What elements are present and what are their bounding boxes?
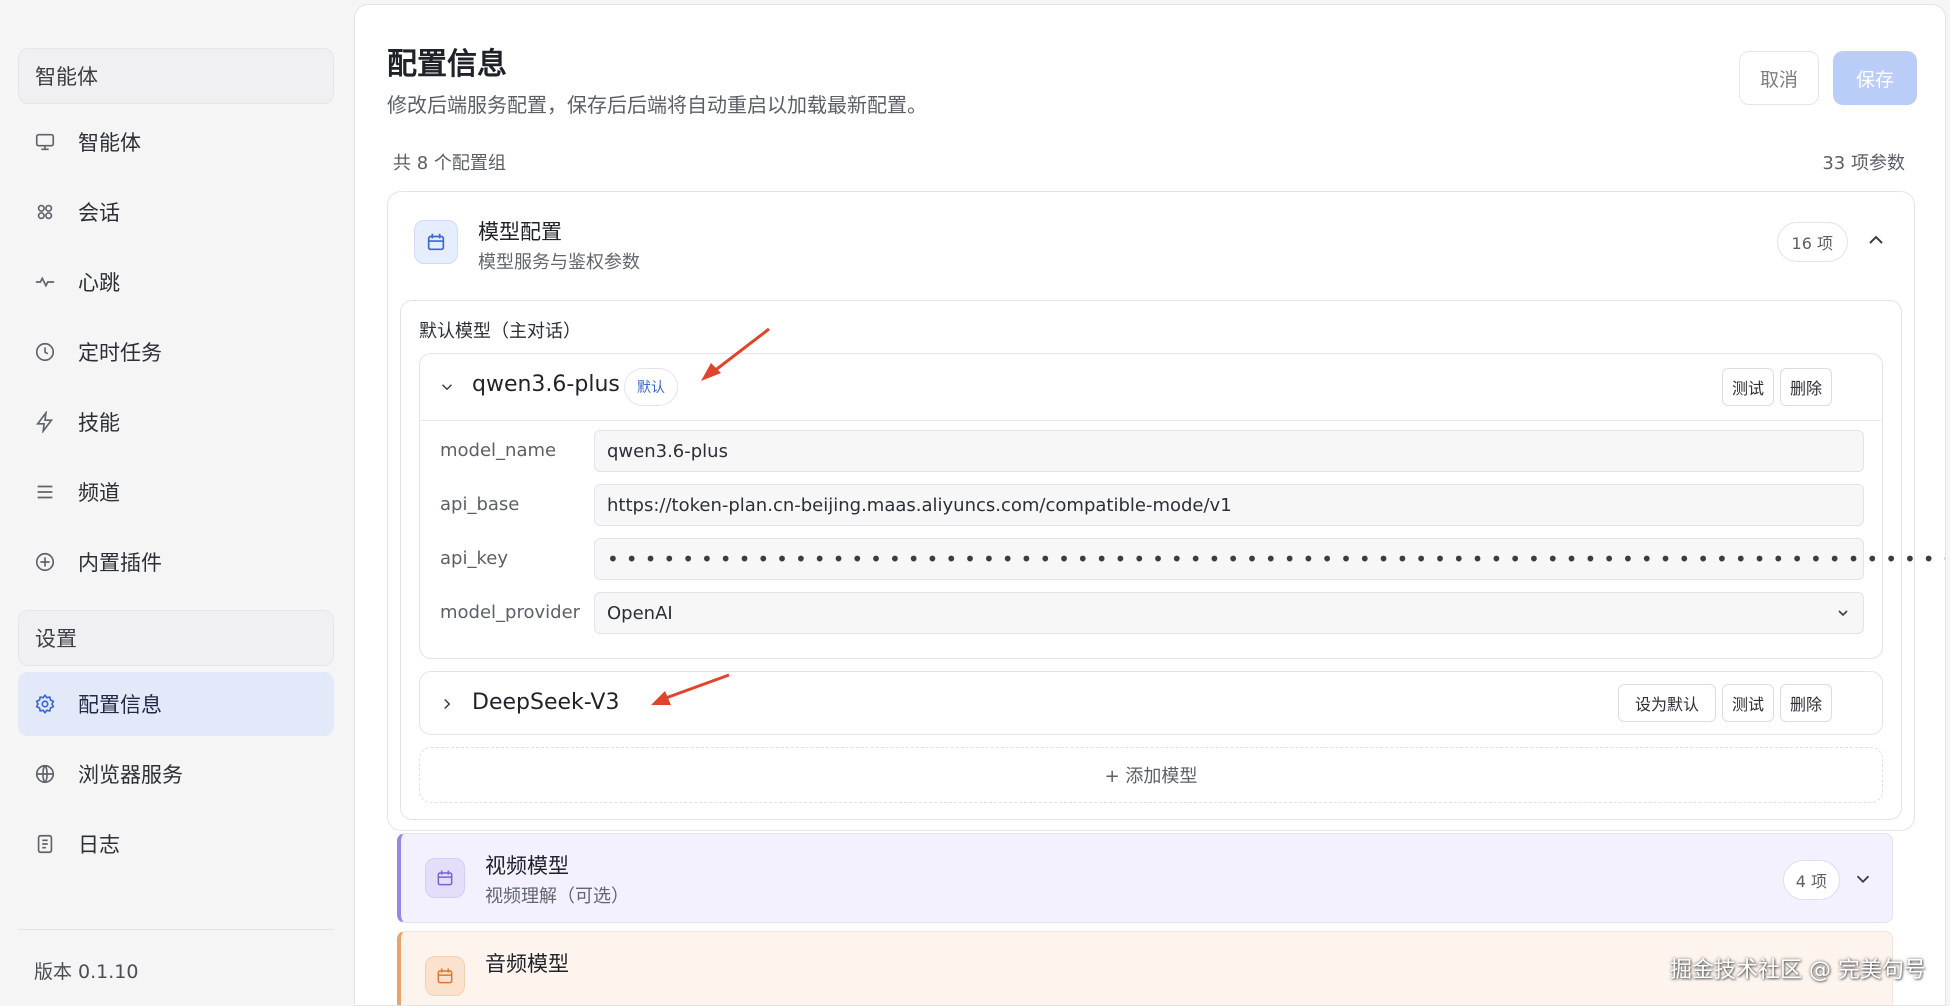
page-title: 配置信息 [387, 47, 507, 82]
delete-button[interactable]: 删除 [1780, 684, 1832, 722]
sidebar-item-scheduled-tasks[interactable]: 定时任务 [18, 320, 334, 384]
group-count: 共 8 个配置组 [393, 153, 506, 174]
test-button[interactable]: 测试 [1722, 368, 1774, 406]
calendar-icon [414, 220, 458, 264]
add-model-button[interactable]: + 添加模型 [419, 747, 1883, 803]
sidebar: 智能体 智能体 会话 心跳 定时任务 技能 频道 内置插件 设置 配置信息 浏览… [0, 0, 352, 1006]
sidebar-item-skills[interactable]: 技能 [18, 390, 334, 454]
default-model-section-title: 默认模型（主对话） [419, 321, 581, 342]
sidebar-item-builtin-plugins[interactable]: 内置插件 [18, 530, 334, 594]
clock-icon [32, 339, 58, 365]
model-card-header[interactable]: DeepSeek-V3 设为默认 测试 删除 [420, 672, 1882, 736]
divider [420, 420, 1882, 421]
model-name-title: qwen3.6-plus [472, 372, 620, 397]
field-label: api_base [440, 494, 520, 515]
sidebar-section-settings[interactable]: 设置 [18, 610, 334, 666]
default-model-panel: 默认模型（主对话） qwen3.6-plus 默认 测试 删除 model_na… [400, 300, 1945, 820]
chevron-down-icon[interactable] [1852, 868, 1874, 890]
sidebar-item-agent[interactable]: 智能体 [18, 110, 334, 174]
set-default-button[interactable]: 设为默认 [1618, 684, 1716, 722]
cancel-button[interactable]: 取消 [1739, 51, 1819, 105]
model-name-title: DeepSeek-V3 [472, 690, 620, 715]
menu-icon [32, 479, 58, 505]
sidebar-item-browser-service[interactable]: 浏览器服务 [18, 742, 334, 806]
plus-circle-icon [32, 549, 58, 575]
group-count-badge: 4 项 [1782, 860, 1840, 900]
video-model-group[interactable]: 视频模型 视频理解（可选） 4 项 [397, 833, 1893, 923]
calendar-icon [425, 956, 465, 996]
model-card-deepseek: DeepSeek-V3 设为默认 测试 删除 [419, 671, 1883, 735]
sidebar-item-logs[interactable]: 日志 [18, 812, 334, 876]
sidebar-section-agent[interactable]: 智能体 [18, 48, 334, 104]
model-name-input[interactable]: qwen3.6-plus [594, 430, 1864, 472]
sidebar-item-label: 浏览器服务 [78, 763, 183, 787]
field-row-api-key: api_key ••••••••••••••••••••••••••••••••… [420, 538, 1945, 582]
sidebar-item-label: 配置信息 [78, 693, 162, 717]
gear-icon [32, 691, 58, 717]
chevron-right-icon[interactable] [438, 695, 456, 713]
version-label: 版本 0.1.10 [34, 961, 139, 983]
sidebar-item-label: 心跳 [78, 271, 120, 295]
audio-model-group[interactable]: 音频模型 [397, 931, 1893, 1005]
sidebar-item-session[interactable]: 会话 [18, 180, 334, 244]
model-config-group-header[interactable]: 模型配置 模型服务与鉴权参数 16 项 [388, 192, 1914, 292]
group-subtitle: 视频理解（可选） [485, 886, 629, 907]
sidebar-item-label: 内置插件 [78, 551, 162, 575]
group-title: 视频模型 [485, 854, 569, 878]
document-icon [32, 831, 58, 857]
globe-icon [32, 761, 58, 787]
chevron-up-icon[interactable] [1864, 228, 1888, 252]
field-row-api-base: api_base https://token-plan.cn-beijing.m… [420, 484, 1882, 528]
group-title: 模型配置 [478, 220, 562, 244]
chevron-down-icon [1835, 605, 1851, 621]
heartbeat-icon [32, 269, 58, 295]
field-label: api_key [440, 548, 508, 569]
sidebar-item-config-info[interactable]: 配置信息 [18, 672, 334, 736]
sidebar-item-label: 智能体 [78, 131, 141, 155]
sidebar-item-channels[interactable]: 频道 [18, 460, 334, 524]
model-card-qwen: qwen3.6-plus 默认 测试 删除 model_name qwen3.6… [419, 353, 1945, 659]
main-panel: 配置信息 修改后端服务配置，保存后后端将自动重启以加载最新配置。 取消 保存 共… [354, 4, 1946, 1006]
bolt-icon [32, 409, 58, 435]
field-row-model-provider: model_provider OpenAI [420, 592, 1882, 636]
sidebar-item-heartbeat[interactable]: 心跳 [18, 250, 334, 314]
monitor-icon [32, 129, 58, 155]
sidebar-item-label: 技能 [78, 411, 120, 435]
chevron-down-icon[interactable] [438, 378, 456, 396]
group-subtitle: 模型服务与鉴权参数 [478, 252, 640, 273]
api-key-input[interactable]: ••••••••••••••••••••••••••••••••••••••••… [594, 538, 1945, 580]
chat-icon [32, 199, 58, 225]
field-label: model_name [440, 440, 557, 461]
field-label: model_provider [440, 602, 581, 623]
model-card-header[interactable]: qwen3.6-plus 默认 测试 删除 [420, 354, 1882, 420]
sidebar-item-label: 频道 [78, 481, 120, 505]
default-badge: 默认 [624, 368, 678, 406]
delete-button[interactable]: 删除 [1780, 368, 1832, 406]
model-config-group: 模型配置 模型服务与鉴权参数 16 项 默认模型（主对话） qwen3.6-pl… [387, 191, 1945, 831]
api-base-input[interactable]: https://token-plan.cn-beijing.maas.aliyu… [594, 484, 1864, 526]
sidebar-item-label: 会话 [78, 201, 120, 225]
sidebar-item-label: 定时任务 [78, 341, 162, 365]
watermark: 掘金技术社区 @ 完美句号 [1670, 958, 1926, 983]
group-title: 音频模型 [485, 952, 569, 976]
param-count: 33 项参数 [1822, 153, 1905, 174]
calendar-icon [425, 858, 465, 898]
model-provider-value: OpenAI [607, 602, 673, 624]
sidebar-divider [18, 929, 334, 930]
test-button[interactable]: 测试 [1722, 684, 1774, 722]
page-subtitle: 修改后端服务配置，保存后后端将自动重启以加载最新配置。 [387, 93, 927, 117]
group-count-badge: 16 项 [1776, 222, 1848, 262]
field-row-model-name: model_name qwen3.6-plus [420, 430, 1882, 474]
sidebar-item-label: 日志 [78, 833, 120, 857]
model-provider-select[interactable]: OpenAI [594, 592, 1864, 634]
save-button[interactable]: 保存 [1833, 51, 1917, 105]
